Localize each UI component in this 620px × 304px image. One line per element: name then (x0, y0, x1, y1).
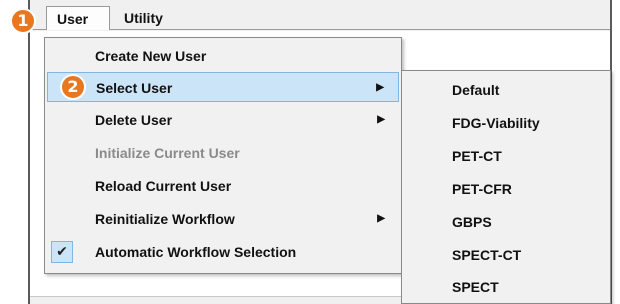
submenu-item-pet-ct[interactable]: PET-CT (452, 141, 502, 171)
checkmark-icon: ✔ (51, 241, 73, 263)
menu-item-initialize-current-user: Initialize Current User (47, 138, 399, 168)
menu-item-reinitialize-workflow[interactable]: Reinitialize Workflow ▶ (47, 204, 399, 234)
menu-user[interactable]: User (46, 6, 110, 30)
menu-item-select-user[interactable]: Select User ▶ (47, 72, 399, 102)
menu-item-label: Initialize Current User (95, 145, 240, 161)
menu-item-label: Select User (96, 80, 173, 96)
menu-item-automatic-workflow-selection[interactable]: ✔ Automatic Workflow Selection (47, 237, 399, 267)
submenu-item-spect[interactable]: SPECT (452, 272, 499, 302)
submenu-item-spect-ct[interactable]: SPECT-CT (452, 240, 521, 270)
menu-item-label: Create New User (95, 48, 207, 64)
submenu-item-gbps[interactable]: GBPS (452, 207, 492, 237)
menu-item-create-new-user[interactable]: Create New User (47, 41, 399, 71)
menu-utility[interactable]: Utility (116, 6, 171, 30)
menu-bar: User Utility (30, 6, 610, 30)
submenu-arrow-icon: ▶ (377, 114, 385, 125)
submenu-arrow-icon: ▶ (376, 82, 384, 93)
callout-badge-2: 2 (60, 74, 86, 100)
menu-item-label: Delete User (95, 112, 173, 128)
submenu-item-fdg-viability[interactable]: FDG-Viability (452, 108, 540, 138)
menu-item-reload-current-user[interactable]: Reload Current User (47, 171, 399, 201)
submenu-item-pet-cfr[interactable]: PET-CFR (452, 174, 512, 204)
callout-badge-1: 1 (10, 8, 36, 34)
menu-item-delete-user[interactable]: Delete User ▶ (47, 105, 399, 135)
menu-item-label: Reinitialize Workflow (95, 211, 235, 227)
submenu-item-default[interactable]: Default (452, 75, 499, 105)
menu-item-label: Reload Current User (95, 178, 232, 194)
user-dropdown-menu: Create New User Select User ▶ Delete Use… (44, 37, 402, 274)
select-user-submenu: Default FDG-Viability PET-CT PET-CFR GBP… (401, 70, 611, 304)
submenu-arrow-icon: ▶ (377, 213, 385, 224)
menu-item-label: Automatic Workflow Selection (95, 244, 297, 260)
